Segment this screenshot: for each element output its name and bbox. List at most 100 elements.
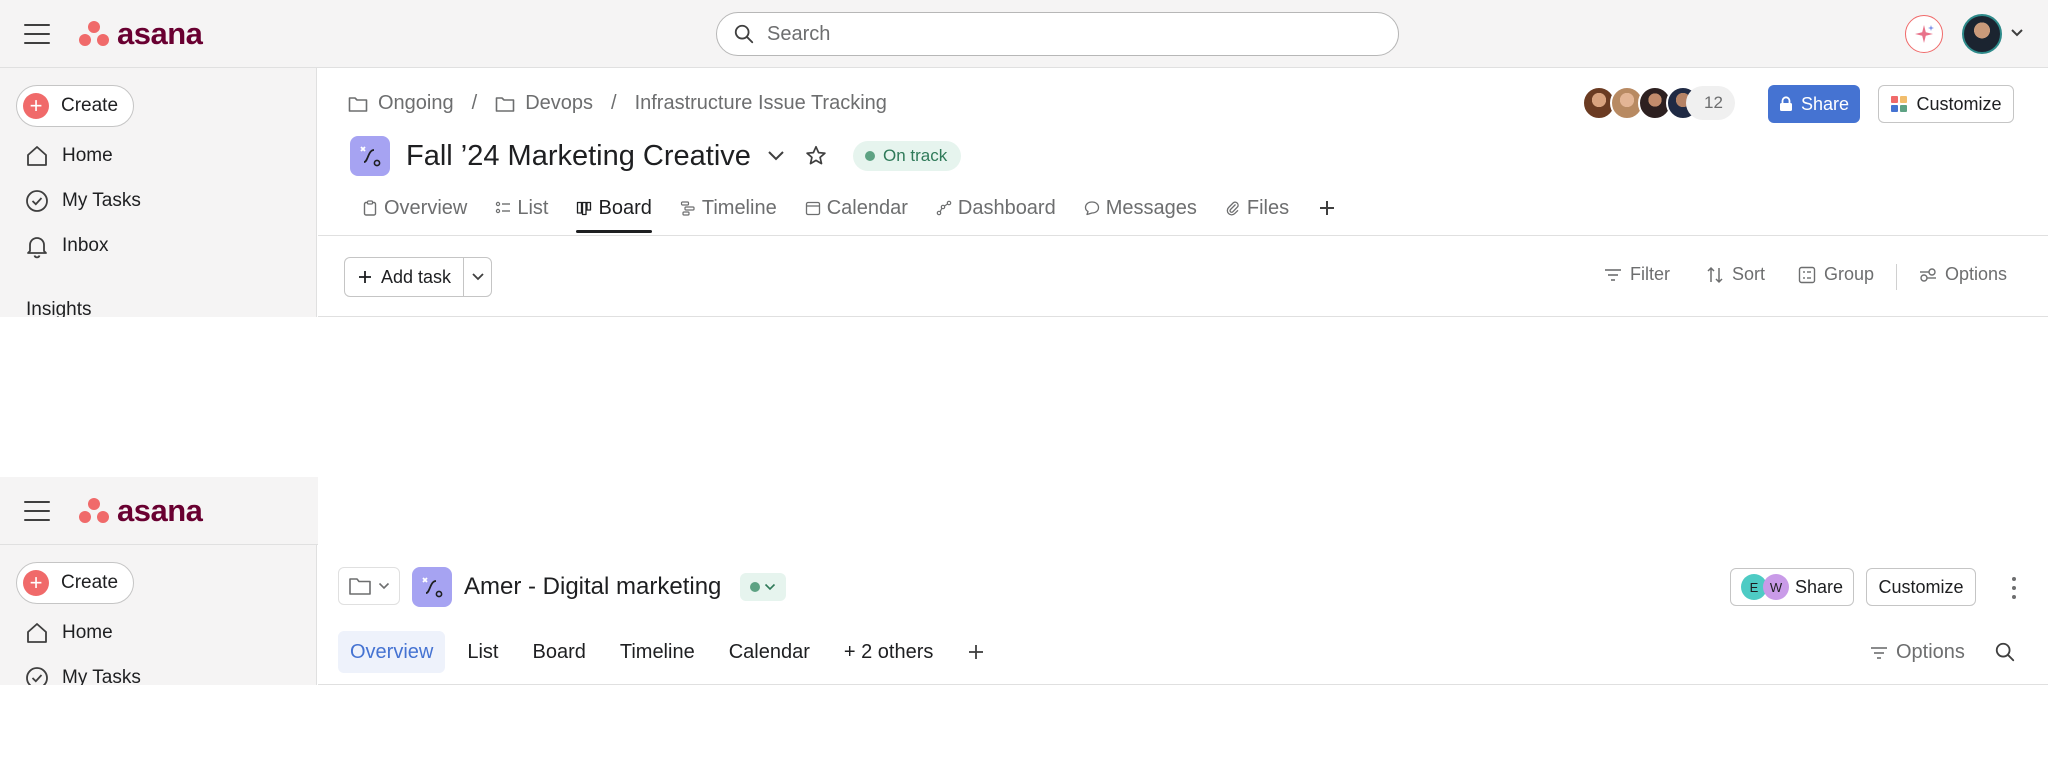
sidebar-item-my-tasks[interactable]: My Tasks — [24, 186, 141, 216]
breadcrumb-item[interactable]: Ongoing — [348, 92, 454, 115]
sidebar-item-home[interactable]: Home — [24, 618, 113, 648]
add-task-dropdown[interactable] — [463, 258, 491, 296]
breadcrumb-item[interactable]: Devops — [495, 92, 593, 115]
tab-board[interactable]: Board — [520, 631, 597, 673]
status-dot — [865, 151, 875, 161]
home-icon — [27, 146, 47, 166]
folder-dropdown[interactable] — [338, 567, 400, 605]
share-button[interactable]: Share — [1768, 85, 1860, 123]
chevron-down-icon — [471, 273, 484, 281]
chevron-down-icon[interactable] — [2010, 28, 2024, 38]
search-icon[interactable] — [1994, 641, 2016, 663]
add-task-main[interactable]: Add task — [345, 258, 463, 296]
filter-icon — [1605, 268, 1621, 281]
chevron-down-icon[interactable] — [766, 149, 786, 163]
group-label: Group — [1824, 264, 1875, 284]
add-task-label: Add task — [381, 266, 452, 287]
breadcrumb-item[interactable]: Infrastructure Issue Tracking — [635, 92, 887, 115]
create-button[interactable]: + Create — [16, 562, 134, 604]
logo-text: asana — [117, 16, 203, 51]
tab-calendar[interactable]: Calendar — [805, 183, 908, 233]
ai-sparkle-button[interactable] — [1905, 15, 1943, 53]
sidebar: + Create Home My Tasks Inbox Insights — [0, 68, 317, 317]
sort-button[interactable]: Sort — [1706, 264, 1765, 285]
plus-icon: + — [23, 570, 49, 596]
sidebar-item-label: My Tasks — [62, 667, 141, 685]
share-button[interactable]: E W Share — [1730, 568, 1854, 606]
check-circle-icon — [26, 667, 48, 685]
clipboard-icon — [363, 200, 377, 216]
sidebar-item-label: Home — [62, 622, 113, 643]
filter-lines-icon — [1871, 646, 1887, 659]
tab-list[interactable]: List — [455, 631, 510, 673]
options-icon — [1920, 267, 1936, 282]
tab-dashboard[interactable]: Dashboard — [936, 183, 1056, 233]
create-label: Create — [61, 95, 119, 116]
folder-icon — [348, 96, 368, 112]
more-options-icon[interactable] — [2004, 575, 2024, 601]
user-avatar[interactable] — [1962, 14, 2002, 54]
sidebar-item-my-tasks[interactable]: My Tasks — [24, 663, 141, 685]
tab-label: Dashboard — [957, 196, 1056, 219]
sort-label: Sort — [1732, 264, 1766, 284]
paperclip-icon — [1226, 201, 1239, 216]
tab-more-others[interactable]: + 2 others — [832, 631, 946, 673]
menu-icon[interactable] — [24, 24, 50, 44]
status-badge[interactable]: On track — [853, 141, 962, 171]
tab-label: Board — [598, 196, 652, 219]
chevron-down-icon — [764, 583, 776, 591]
add-tab-button[interactable] — [1317, 183, 1337, 233]
tab-timeline[interactable]: Timeline — [608, 631, 707, 673]
tab-label: Timeline — [701, 196, 777, 219]
options-button[interactable]: Options — [1919, 264, 2007, 285]
customize-label: Customize — [1916, 93, 2002, 114]
options-button[interactable]: Options — [1870, 641, 1965, 664]
sidebar-item-inbox[interactable]: Inbox — [24, 231, 108, 261]
sidebar-item-label: My Tasks — [62, 190, 141, 211]
asana-logo[interactable]: asana — [79, 16, 203, 52]
menu-icon[interactable] — [24, 501, 50, 521]
tab-overview[interactable]: Overview — [338, 631, 446, 673]
sidebar-item-home[interactable]: Home — [24, 141, 113, 171]
search-bar[interactable] — [716, 12, 1399, 56]
plus-icon: + — [23, 93, 49, 119]
tab-messages[interactable]: Messages — [1084, 183, 1197, 233]
tab-files[interactable]: Files — [1225, 183, 1289, 233]
star-icon[interactable] — [804, 144, 828, 168]
project-title[interactable]: Fall ’24 Marketing Creative — [406, 140, 751, 173]
tab-list[interactable]: List — [495, 183, 548, 233]
customize-button[interactable]: Customize — [1866, 568, 1976, 606]
project-icon[interactable] — [350, 136, 390, 176]
tab-label: Overview — [384, 196, 468, 219]
project-icon[interactable] — [412, 567, 452, 607]
tab-timeline[interactable]: Timeline — [680, 183, 777, 233]
toolbar-bottom-divider — [318, 316, 2048, 317]
tab-calendar[interactable]: Calendar — [717, 631, 822, 673]
chevron-down-icon — [378, 582, 390, 590]
group-button[interactable]: Group — [1798, 264, 1874, 285]
tab-overview[interactable]: Overview — [362, 183, 467, 233]
list-icon — [496, 201, 511, 214]
asana-dots-icon — [79, 21, 109, 47]
project-title[interactable]: Amer - Digital marketing — [464, 573, 721, 601]
add-task-button[interactable]: Add task — [344, 257, 493, 297]
sidebar-section-insights[interactable]: Insights — [26, 299, 91, 317]
tab-label: Messages — [1105, 196, 1197, 219]
tab-board[interactable]: Board — [576, 183, 653, 233]
tab-label: Files — [1246, 196, 1290, 219]
customize-button[interactable]: Customize — [1878, 85, 2014, 123]
asana-logo[interactable]: asana — [79, 493, 203, 529]
create-button[interactable]: + Create — [16, 85, 134, 127]
tabs-divider — [318, 684, 2048, 685]
search-input[interactable] — [767, 22, 1347, 46]
filter-button[interactable]: Filter — [1604, 264, 1670, 285]
project-members[interactable]: 12 — [1582, 86, 1735, 120]
sort-icon — [1707, 266, 1723, 283]
tab-label: List — [517, 196, 549, 219]
options-label: Options — [1896, 641, 1965, 663]
asana-window-overview: asana + Create Home My Tasks — [0, 477, 2048, 685]
status-dropdown[interactable] — [740, 573, 786, 601]
add-tab-button[interactable] — [955, 631, 997, 673]
status-label: On track — [883, 146, 948, 165]
logo-text: asana — [117, 493, 203, 528]
